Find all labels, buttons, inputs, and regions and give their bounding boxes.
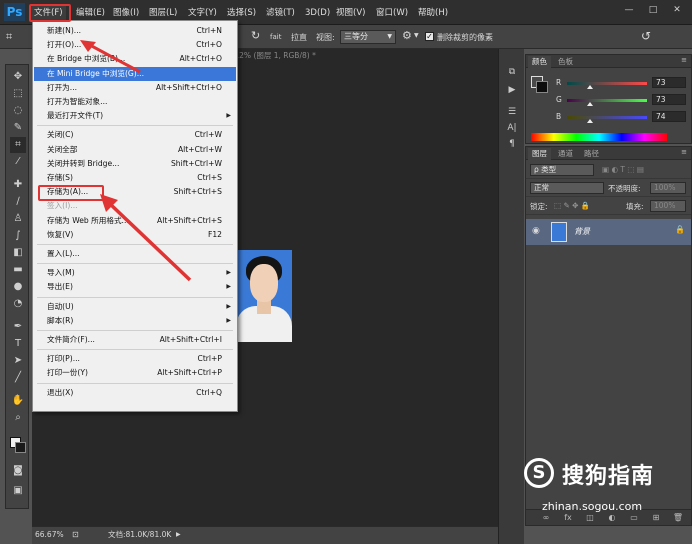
watermark-name: 搜狗指南	[562, 464, 655, 489]
watermark-url: zhinan.sogou.com	[542, 500, 643, 513]
sogou-logo: S	[524, 458, 554, 488]
arrow-line-save-as	[106, 200, 192, 282]
arrow-line-new	[87, 42, 141, 74]
watermark: S 搜狗指南 zhinan.sogou.com	[518, 456, 686, 526]
